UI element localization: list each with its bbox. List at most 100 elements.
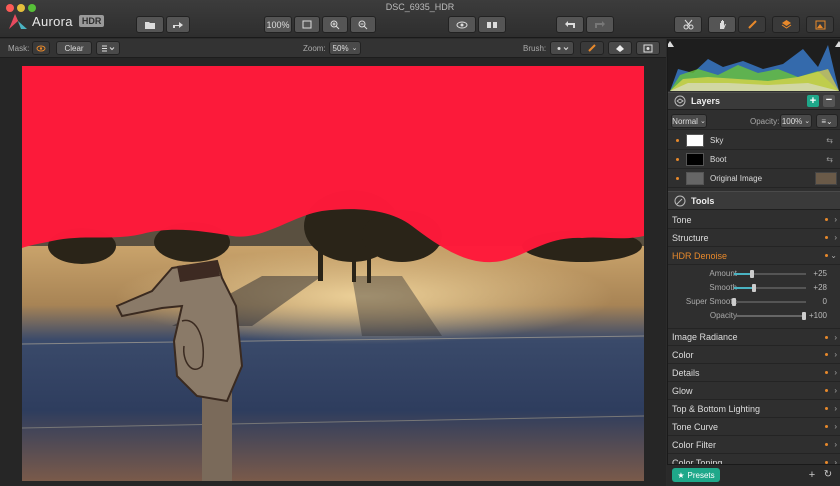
tool-structure[interactable]: Structure › — [668, 229, 840, 247]
redo-button[interactable] — [586, 16, 614, 33]
layer-row-original[interactable]: Original Image — [668, 169, 840, 188]
add-layer-button[interactable]: + — [807, 95, 819, 107]
tool-status-dot — [825, 371, 828, 374]
options-bar: Mask: Clear Zoom: 50% ⌄ Brush: — [0, 39, 666, 58]
original-image-thumbnail — [815, 172, 837, 185]
remove-layer-button[interactable]: − — [823, 95, 835, 107]
slider-handle[interactable] — [802, 312, 806, 320]
fit-screen-button[interactable] — [294, 16, 320, 33]
minus-icon: − — [825, 94, 833, 106]
tool-label: Glow — [672, 385, 693, 396]
redo-icon — [595, 21, 605, 28]
zoom-out-icon — [358, 20, 368, 29]
image-panel-button[interactable] — [806, 16, 834, 33]
slider-handle[interactable] — [732, 298, 736, 306]
zoom-100-label: 100% — [266, 19, 290, 30]
layers-header[interactable]: Layers + − — [668, 92, 840, 110]
tool-status-dot — [825, 218, 828, 221]
layer-thumbnail — [686, 153, 704, 166]
blend-mode-select[interactable]: Normal ⌄ — [671, 114, 707, 128]
layer-row-boot[interactable]: Boot ⇆ — [668, 150, 840, 169]
tool-image-radiance[interactable]: Image Radiance › — [668, 328, 840, 346]
eye-icon — [36, 45, 46, 51]
zoom-in-button[interactable] — [322, 16, 348, 33]
layer-thumbnail — [686, 172, 704, 185]
slider-handle[interactable] — [750, 270, 754, 278]
slider-opacity: Opacity +100 — [668, 309, 840, 323]
tool-status-dot — [825, 389, 828, 392]
slider-handle[interactable] — [752, 284, 756, 292]
chevron-right-icon: › — [834, 368, 837, 377]
slider-super-smooth: Super Smooth 0 — [668, 295, 840, 309]
open-button[interactable] — [136, 16, 164, 33]
tool-label: Top & Bottom Lighting — [672, 403, 761, 414]
mask-view-button[interactable] — [636, 41, 660, 55]
add-preset-icon[interactable]: + — [806, 469, 818, 481]
photo-canvas[interactable] — [22, 66, 644, 481]
tools-header[interactable]: Tools — [668, 191, 840, 210]
tool-details[interactable]: Details › — [668, 364, 840, 382]
tool-label: Structure — [672, 232, 709, 243]
slider-track[interactable] — [734, 312, 806, 320]
chevron-down-icon: ⌄ — [830, 251, 837, 260]
clear-mask-button[interactable]: Clear — [56, 41, 92, 55]
preview-button[interactable] — [448, 16, 476, 33]
app-badge: HDR — [78, 15, 105, 27]
layer-menu-button[interactable]: ≡⌄ — [816, 114, 838, 128]
compare-button[interactable] — [478, 16, 506, 33]
right-panel: Layers + − Normal ⌄ Opacity: 100% ⌄ ≡⌄ Sky… — [666, 39, 840, 486]
chevron-down-icon: ⌄ — [351, 45, 358, 52]
canvas-area — [0, 58, 666, 486]
app-logo: Aurora HDR — [8, 12, 105, 30]
tool-label: Color — [672, 349, 694, 360]
zoom-select[interactable]: 50% ⌄ — [329, 41, 361, 55]
tool-hdr-denoise[interactable]: HDR Denoise ⌄ — [668, 247, 840, 265]
paint-brush-button[interactable] — [580, 41, 604, 55]
brush-size-dropdown[interactable] — [550, 41, 574, 55]
tool-status-dot — [825, 443, 828, 446]
share-button[interactable] — [166, 16, 190, 33]
tool-tone-curve[interactable]: Tone Curve › — [668, 418, 840, 436]
slider-track[interactable] — [734, 270, 806, 278]
slider-track[interactable] — [732, 298, 806, 306]
presets-label: Presets — [687, 470, 715, 480]
mask-toggle-button[interactable] — [32, 41, 50, 55]
eraser-button[interactable] — [608, 41, 632, 55]
layers-stack-icon — [781, 20, 791, 29]
layers-toggle-button[interactable] — [772, 16, 800, 33]
tool-label: Image Radiance — [672, 332, 738, 342]
layer-row-sky[interactable]: Sky ⇆ — [668, 131, 840, 150]
layer-opacity-select[interactable]: 100% ⌄ — [780, 114, 812, 128]
tool-color[interactable]: Color › — [668, 346, 840, 364]
presets-button[interactable]: ★ Presets — [672, 468, 720, 482]
brush-tool-button[interactable] — [738, 16, 766, 33]
split-view-icon — [487, 21, 497, 28]
mask-options-dropdown[interactable] — [96, 41, 120, 55]
tool-color-filter[interactable]: Color Filter › — [668, 436, 840, 454]
layer-active-dot — [676, 139, 679, 142]
eraser-icon — [616, 45, 624, 52]
refresh-icon[interactable]: ↻ — [822, 469, 834, 481]
layer-settings-icon[interactable]: ⇆ — [826, 136, 833, 145]
tool-glow[interactable]: Glow › — [668, 382, 840, 400]
blend-mode-value: Normal — [672, 116, 698, 126]
slider-fill — [734, 315, 806, 317]
layer-settings-icon[interactable]: ⇆ — [826, 155, 833, 164]
clear-mask-label: Clear — [64, 43, 84, 53]
tool-top-bottom-lighting[interactable]: Top & Bottom Lighting › — [668, 400, 840, 418]
mask-label: Mask: — [8, 44, 30, 53]
tool-tone[interactable]: Tone › — [668, 211, 840, 229]
tool-status-dot — [825, 336, 828, 339]
slider-track[interactable] — [734, 284, 806, 292]
undo-button[interactable] — [556, 16, 584, 33]
aurora-logo-icon — [9, 14, 27, 29]
slider-value: +28 — [813, 283, 827, 292]
zoom-out-button[interactable] — [350, 16, 376, 33]
crop-tool-button[interactable] — [674, 16, 702, 33]
hand-tool-button[interactable] — [708, 16, 736, 33]
zoom-100-button[interactable]: 100% — [264, 16, 292, 33]
image-icon — [815, 20, 825, 29]
list-menu-icon: ≡⌄ — [821, 116, 833, 126]
slider-smooth: Smooth +28 — [668, 281, 840, 295]
chevron-right-icon: › — [834, 404, 837, 413]
